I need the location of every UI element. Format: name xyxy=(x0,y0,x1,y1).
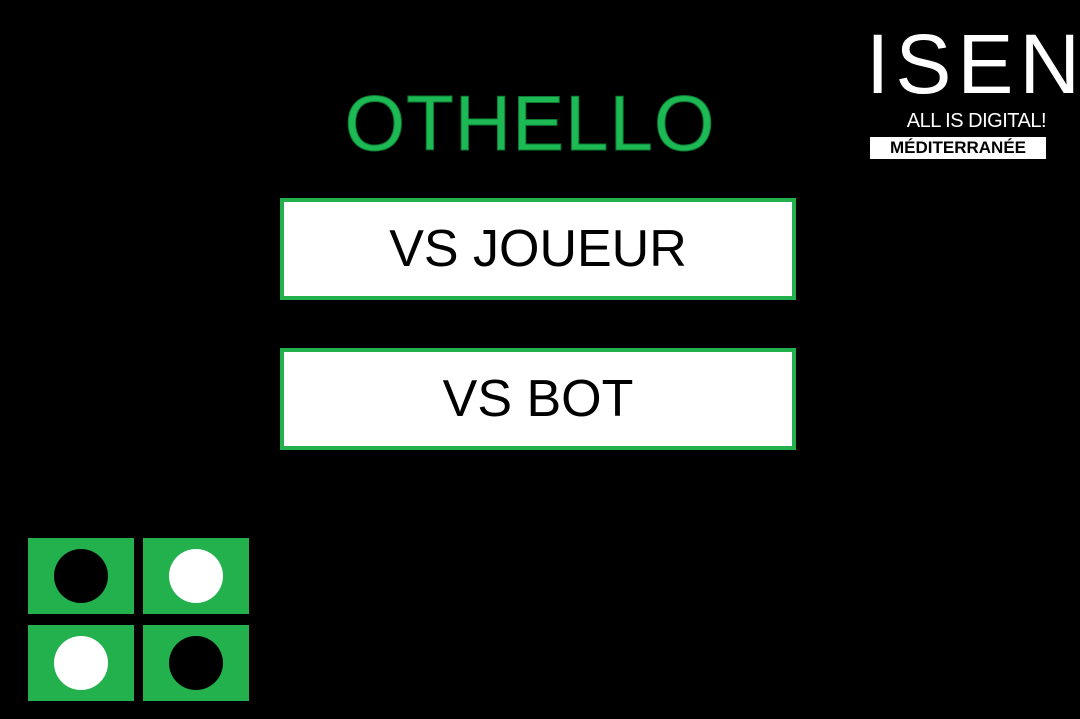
isen-logo: ISEN ALL IS DIGITAL! MÉDITERRANÉE xyxy=(866,17,1080,159)
game-title: OTHELLO xyxy=(344,79,716,168)
board-cell xyxy=(143,625,249,701)
board-cell xyxy=(28,625,134,701)
white-disc-icon xyxy=(54,636,108,690)
logo-tagline: ALL IS DIGITAL! xyxy=(906,110,1047,132)
vs-bot-button[interactable]: VS BOT xyxy=(280,348,796,450)
logo-campus: MÉDITERRANÉE xyxy=(870,137,1046,159)
vs-player-button[interactable]: VS JOUEUR xyxy=(280,198,796,300)
black-disc-icon xyxy=(169,636,223,690)
board-preview xyxy=(28,538,250,702)
board-cell xyxy=(28,538,134,614)
vs-bot-label: VS BOT xyxy=(442,370,634,428)
black-disc-icon xyxy=(54,549,108,603)
white-disc-icon xyxy=(169,549,223,603)
logo-name: ISEN xyxy=(866,17,1080,111)
vs-player-label: VS JOUEUR xyxy=(389,220,687,278)
board-cell xyxy=(143,538,249,614)
